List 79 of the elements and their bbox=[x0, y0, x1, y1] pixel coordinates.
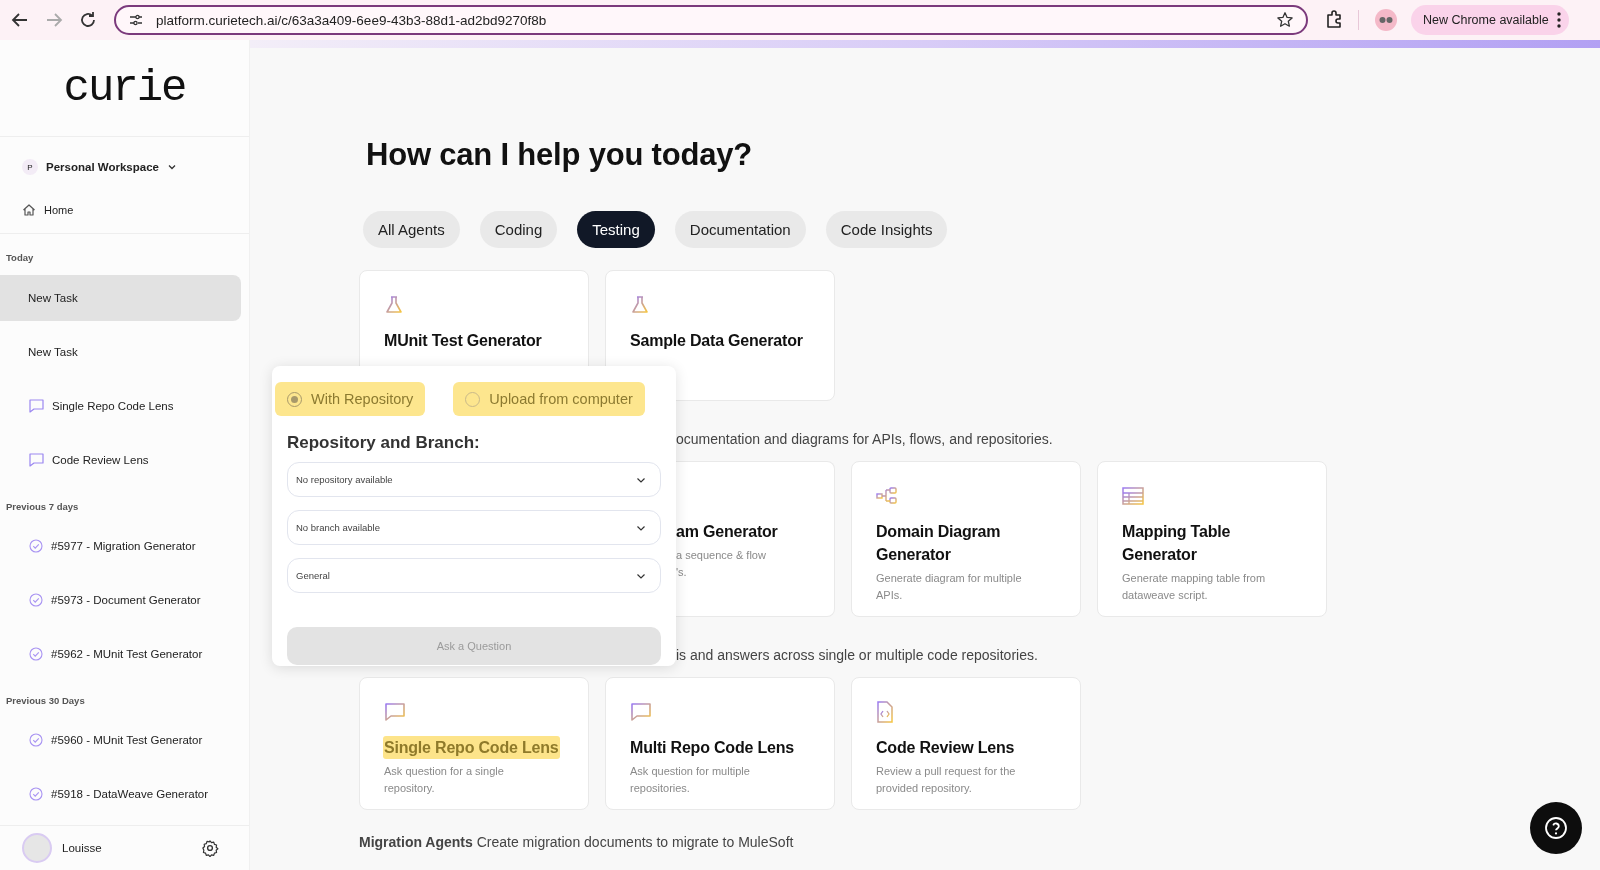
settings-icon[interactable] bbox=[201, 839, 219, 857]
card-description: Ask question for multiple repositories. bbox=[630, 764, 751, 796]
section-label: Previous 7 days bbox=[5, 500, 80, 514]
site-settings-icon[interactable] bbox=[128, 12, 144, 28]
card-description: a sequence & flow 's. bbox=[676, 548, 766, 580]
user-avatar bbox=[22, 833, 52, 863]
card-description: Ask question for a single repository. bbox=[384, 764, 505, 796]
section-label: Previous 30 Days bbox=[5, 694, 86, 708]
card-title: MUnit Test Generator bbox=[383, 331, 543, 351]
ask-question-button: Ask a Question bbox=[287, 627, 661, 665]
section-description: ocumentation and diagrams for APIs, flows, and repositories. bbox=[676, 430, 1053, 449]
chat-icon bbox=[384, 702, 406, 722]
history-item[interactable]: #5962 - MUnit Test Generator bbox=[0, 631, 241, 677]
check-circle-icon bbox=[29, 733, 43, 747]
history-item[interactable]: #5973 - Document Generator bbox=[0, 577, 241, 623]
history-item[interactable]: New Task bbox=[0, 275, 241, 321]
section-description: is and answers across single or multiple code repositories. bbox=[676, 646, 1038, 665]
select-field[interactable]: General bbox=[287, 558, 661, 593]
section-description: Migration Agents Create migration documents to migrate to MuleSoft bbox=[359, 833, 794, 852]
check-circle-icon bbox=[29, 647, 43, 661]
help-icon bbox=[1544, 816, 1568, 840]
select-field[interactable]: No branch available bbox=[287, 510, 661, 545]
card-description: Generate diagram for multiple APIs. bbox=[876, 571, 1023, 603]
update-button[interactable]: New Chrome available bbox=[1411, 5, 1569, 35]
home-icon bbox=[22, 203, 36, 217]
extensions-icon[interactable] bbox=[1324, 10, 1344, 30]
history-item[interactable]: New Task bbox=[0, 329, 241, 375]
card-title: Domain Diagram Generator bbox=[875, 522, 1002, 565]
card-title: Code Review Lens bbox=[875, 738, 1016, 758]
table-icon bbox=[1122, 487, 1144, 505]
card-title: Mapping Table Generator bbox=[1121, 522, 1232, 565]
chat-icon bbox=[29, 453, 44, 467]
category-tab[interactable]: All Agents bbox=[363, 211, 460, 248]
flask-icon bbox=[630, 295, 650, 315]
agent-card[interactable]: Domain Diagram Generator Generate diagram for multiple APIs. bbox=[851, 461, 1081, 617]
code-file-icon bbox=[876, 701, 894, 723]
category-tab[interactable]: Testing bbox=[577, 211, 655, 248]
check-circle-icon bbox=[29, 593, 43, 607]
chevron-down-icon bbox=[166, 162, 177, 172]
page-heading: How can I help you today? bbox=[366, 136, 753, 174]
diagram-icon bbox=[876, 486, 898, 506]
agent-card[interactable]: Mapping Table Generator Generate mapping table from dataweave script. bbox=[1097, 461, 1327, 617]
history-item[interactable]: #5977 - Migration Generator bbox=[0, 523, 241, 569]
select-field[interactable]: No repository available bbox=[287, 462, 661, 497]
card-description: Generate mapping table from dataweave script. bbox=[1122, 571, 1267, 603]
more-icon[interactable] bbox=[1556, 12, 1561, 28]
card-title: Single Repo Code Lens bbox=[383, 736, 560, 759]
agent-card[interactable]: Code Review Lens Review a pull request for the provided repository. bbox=[851, 677, 1081, 810]
help-button[interactable] bbox=[1530, 802, 1582, 854]
check-circle-icon bbox=[29, 539, 43, 553]
check-circle-icon bbox=[29, 787, 43, 801]
workspace-selector[interactable]: P Personal Workspace bbox=[22, 159, 227, 175]
star-icon[interactable] bbox=[1276, 11, 1294, 29]
card-title: Sample Data Generator bbox=[629, 331, 804, 351]
card-title: am Generator bbox=[675, 522, 779, 542]
radio-option[interactable]: With Repository bbox=[275, 382, 426, 416]
form-heading: Repository and Branch: bbox=[287, 433, 481, 453]
agent-card[interactable]: Multi Repo Code Lens Ask question for multiple repositories. bbox=[605, 677, 835, 810]
card-description: Review a pull request for the provided repository. bbox=[876, 764, 1017, 796]
section-label: Today bbox=[5, 251, 35, 265]
card-title: Multi Repo Code Lens bbox=[629, 738, 795, 758]
history-item[interactable]: Code Review Lens bbox=[0, 437, 241, 483]
agent-card[interactable]: Single Repo Code Lens Ask question for a single repository. bbox=[359, 677, 589, 810]
profile-avatar-icon[interactable] bbox=[1375, 9, 1397, 31]
flask-icon bbox=[384, 295, 404, 315]
category-tab[interactable]: Code Insights bbox=[825, 211, 948, 248]
category-tab[interactable]: Coding bbox=[479, 211, 558, 248]
address-bar[interactable]: platform.curietech.ai/c/63a3a409-6ee9-43b3-88d1-ad2bd9270f8b bbox=[114, 5, 1308, 35]
chat-icon bbox=[630, 702, 652, 722]
history-item[interactable]: Single Repo Code Lens bbox=[0, 383, 241, 429]
chat-icon bbox=[29, 399, 44, 413]
history-item[interactable]: #5960 - MUnit Test Generator bbox=[0, 717, 241, 763]
logo: curie bbox=[63, 63, 186, 113]
history-item[interactable]: #5918 - DataWeave Generator bbox=[0, 771, 241, 817]
home-link[interactable]: Home bbox=[22, 203, 227, 217]
category-tab[interactable]: Documentation bbox=[674, 211, 806, 248]
user-name: Louisse bbox=[62, 842, 103, 854]
workspace-badge: P bbox=[22, 159, 38, 175]
url-text: platform.curietech.ai/c/63a3a409-6ee9-43b3-88d1-ad2bd9270f8b bbox=[156, 12, 548, 28]
